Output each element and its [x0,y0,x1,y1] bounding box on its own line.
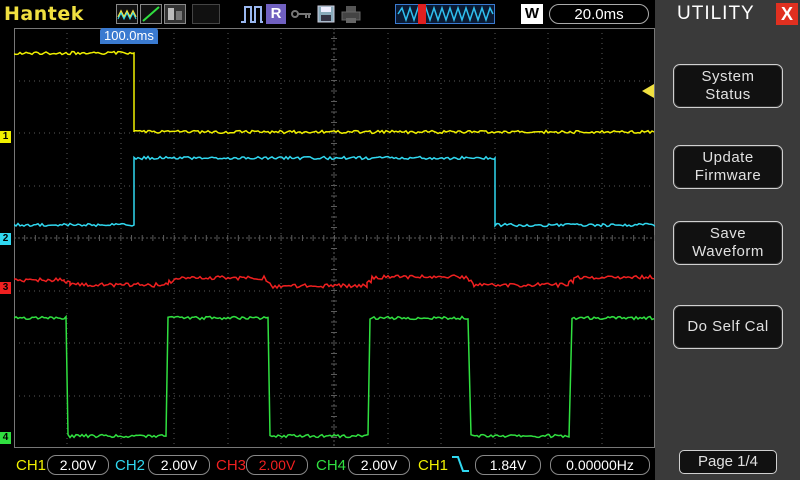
self-cal-button[interactable]: Do Self Cal [673,305,783,349]
brand-logo: Hantek [4,3,84,25]
graticule [14,28,655,448]
ch3-scale[interactable]: 2.00V [246,455,308,475]
ch2-scale[interactable]: 2.00V [148,455,210,475]
ramp-wave-icon[interactable] [140,4,162,24]
cursor-time-label: 100.0ms [100,28,158,44]
top-toolbar: Hantek R W 20.0ms [0,0,655,28]
update-firmware-button[interactable]: Update Firmware [673,145,783,189]
trigger-position-marker [418,4,426,24]
frequency-readout: 0.00000Hz [550,455,650,475]
key-lock-icon[interactable] [290,4,312,24]
memory-position-bar[interactable] [395,4,495,24]
menu-title-bar: UTILITY X [655,0,800,28]
ch1-scale[interactable]: 2.00V [47,455,109,475]
timebase-readout[interactable]: 20.0ms [549,4,649,24]
ch2-marker[interactable]: 2 [0,233,11,245]
status-bar: CH1 2.00V CH2 2.00V CH3 2.00V CH4 2.00V … [0,450,655,480]
save-icon[interactable] [316,4,336,24]
trigger-source-label[interactable]: CH1 [418,457,448,474]
acquire-mode-badge[interactable]: W [521,4,543,24]
run-state-badge[interactable]: R [266,4,286,24]
ch1-label: CH1 [16,457,46,474]
ch4-marker[interactable]: 4 [0,432,11,444]
page-indicator-button[interactable]: Page 1/4 [679,450,777,474]
print-icon[interactable] [340,4,362,24]
falling-edge-icon[interactable] [450,453,470,475]
menu-title: UTILITY [677,3,755,25]
save-waveform-button[interactable]: Save Waveform [673,221,783,265]
grid-lines [14,28,655,448]
trigger-level-marker[interactable] [642,84,654,98]
trigger-level-readout[interactable]: 1.84V [475,455,541,475]
utility-menu-panel: UTILITY X System Status Update Firmware … [655,0,800,480]
arb-wave-icon[interactable] [164,4,186,24]
close-menu-button[interactable]: X [776,3,798,25]
waveform-display[interactable] [14,28,655,448]
ch2-label: CH2 [115,457,145,474]
empty-slot [192,4,220,24]
system-status-button[interactable]: System Status [673,64,783,108]
ch1-marker[interactable]: 1 [0,131,11,143]
ch3-marker[interactable]: 3 [0,282,11,294]
ch4-scale[interactable]: 2.00V [348,455,410,475]
ch4-label: CH4 [316,457,346,474]
pulse-trigger-icon[interactable] [240,4,264,24]
ch3-label: CH3 [216,457,246,474]
wave-math-icon[interactable] [116,4,138,24]
